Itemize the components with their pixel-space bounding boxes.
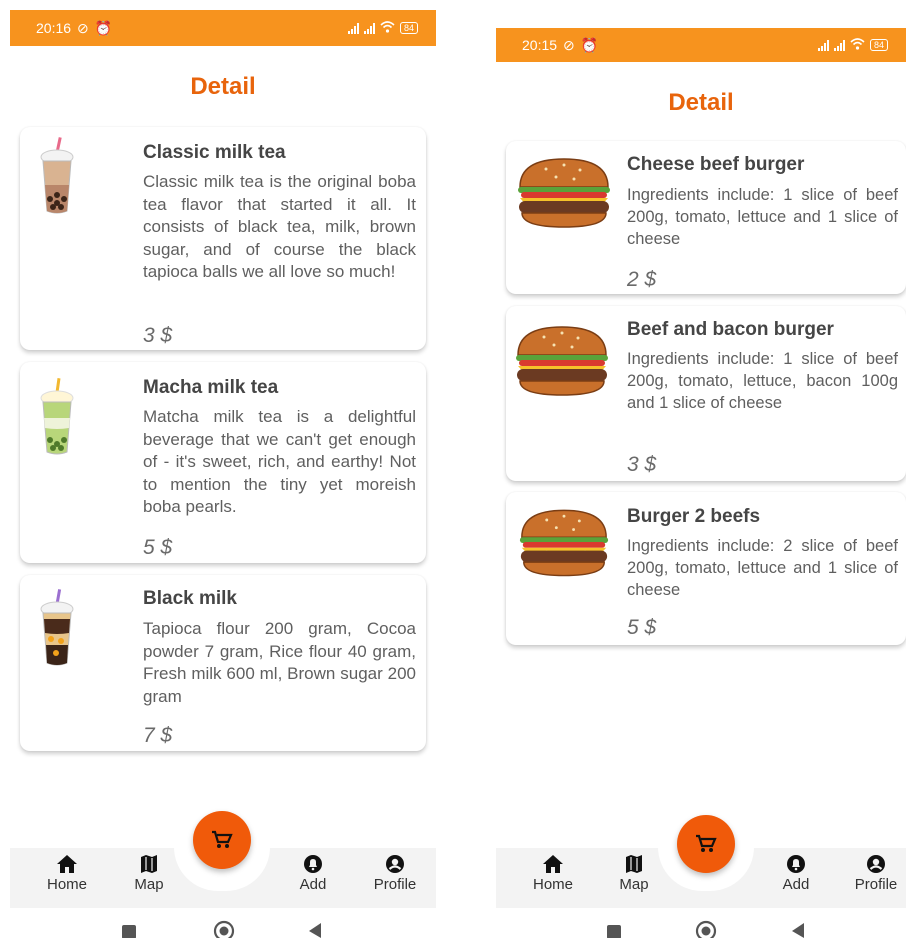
nav-label-map: Map	[619, 876, 649, 893]
recent-apps-icon[interactable]	[121, 924, 137, 938]
product-card[interactable]: Beef and bacon burger Ingredients includ…	[506, 306, 906, 481]
product-description: Classic milk tea is the original boba te…	[143, 172, 416, 281]
wifi-icon	[850, 37, 865, 53]
battery-icon: 84	[399, 22, 418, 34]
product-description: Ingredients include: 1 slice of beef 200…	[627, 350, 898, 412]
map-icon	[626, 855, 642, 873]
product-price: 2 $	[627, 268, 657, 291]
bacon-burger-image	[515, 326, 609, 396]
alarm-icon: ⏰	[580, 36, 599, 53]
nav-item-map[interactable]: Map	[602, 854, 666, 893]
double-burger-image	[519, 509, 609, 577]
classic-milk-tea-image	[40, 137, 74, 214]
nav-item-profile[interactable]: Profile	[363, 854, 427, 893]
nav-label-add: Add	[299, 876, 327, 893]
status-bar: 20:15 ⊘ ⏰ 84	[496, 28, 906, 62]
mute-icon: ⊘	[77, 19, 89, 36]
product-price: 3 $	[143, 324, 173, 347]
signal-icon	[817, 39, 829, 51]
product-name: Burger 2 beefs	[627, 506, 761, 527]
product-card[interactable]: Classic milk tea Classic milk tea is the…	[20, 127, 426, 350]
product-name: Cheese beef burger	[627, 154, 805, 175]
product-price: 3 $	[627, 453, 657, 476]
product-name: Black milk	[143, 588, 237, 609]
back-icon[interactable]	[307, 922, 323, 938]
cart-icon	[696, 834, 717, 852]
nav-item-home[interactable]: Home	[35, 854, 99, 893]
phone-screen-left: 20:16 ⊘ ⏰ 84 Detail Classic milk tea Cla…	[10, 0, 436, 938]
wifi-icon	[380, 20, 395, 36]
nav-label-map: Map	[134, 876, 164, 893]
phone-screen-right: 20:15 ⊘ ⏰ 84 Detail Cheese beef burger I…	[496, 0, 906, 938]
nav-item-add[interactable]: Add	[281, 854, 345, 893]
page-title: Detail	[668, 89, 734, 116]
signal-icon	[347, 22, 359, 34]
system-nav-bar	[496, 918, 906, 938]
profile-icon	[867, 855, 885, 873]
map-icon	[141, 855, 157, 873]
nav-item-profile[interactable]: Profile	[844, 854, 906, 893]
nav-item-home[interactable]: Home	[521, 854, 585, 893]
product-card[interactable]: Cheese beef burger Ingredients include: …	[506, 141, 906, 294]
nav-item-add[interactable]: Add	[764, 854, 828, 893]
recent-apps-icon[interactable]	[606, 924, 622, 938]
home-system-icon[interactable]	[213, 920, 235, 938]
product-description: Matcha milk tea is a delightful beverage…	[143, 407, 416, 516]
cart-icon	[212, 830, 233, 848]
cart-button[interactable]	[193, 811, 251, 869]
status-bar: 20:16 ⊘ ⏰ 84	[10, 10, 436, 46]
product-price: 5 $	[143, 536, 173, 559]
nav-label-home: Home	[532, 876, 573, 893]
signal-icon	[363, 22, 375, 34]
matcha-milk-tea-image	[40, 378, 74, 455]
product-card[interactable]: Burger 2 beefs Ingredients include: 2 sl…	[506, 492, 906, 645]
product-description: Ingredients include: 1 slice of beef 200…	[627, 186, 898, 248]
product-card[interactable]: Macha milk tea Matcha milk tea is a deli…	[20, 362, 426, 563]
mute-icon: ⊘	[563, 36, 575, 53]
bell-icon	[787, 855, 805, 873]
product-name: Macha milk tea	[143, 377, 279, 398]
home-icon	[57, 855, 77, 873]
product-name: Classic milk tea	[143, 142, 286, 163]
profile-icon	[386, 855, 404, 873]
home-system-icon[interactable]	[695, 920, 717, 938]
product-price: 7 $	[143, 724, 173, 747]
cheese-burger-image	[517, 158, 611, 228]
nav-label-profile: Profile	[854, 876, 898, 893]
nav-item-map[interactable]: Map	[117, 854, 181, 893]
bell-icon	[304, 855, 322, 873]
nav-label-home: Home	[46, 876, 87, 893]
cart-button[interactable]	[677, 815, 735, 873]
system-nav-bar	[10, 918, 436, 938]
product-name: Beef and bacon burger	[627, 319, 834, 340]
alarm-icon: ⏰	[94, 19, 113, 36]
product-price: 5 $	[627, 616, 657, 639]
product-description: Tapioca flour 200 gram, Cocoa powder 7 g…	[143, 619, 416, 706]
status-time: 20:15	[522, 37, 558, 53]
signal-icon	[833, 39, 845, 51]
page-title: Detail	[190, 73, 256, 100]
battery-icon: 84	[869, 39, 888, 51]
nav-label-profile: Profile	[373, 876, 417, 893]
status-time: 20:16	[36, 20, 72, 36]
home-icon	[543, 855, 563, 873]
product-description: Ingredients include: 2 slice of beef 200…	[627, 537, 898, 599]
black-milk-image	[40, 589, 74, 666]
nav-label-add: Add	[782, 876, 810, 893]
back-icon[interactable]	[790, 922, 806, 938]
product-card[interactable]: Black milk Tapioca flour 200 gram, Cocoa…	[20, 575, 426, 751]
